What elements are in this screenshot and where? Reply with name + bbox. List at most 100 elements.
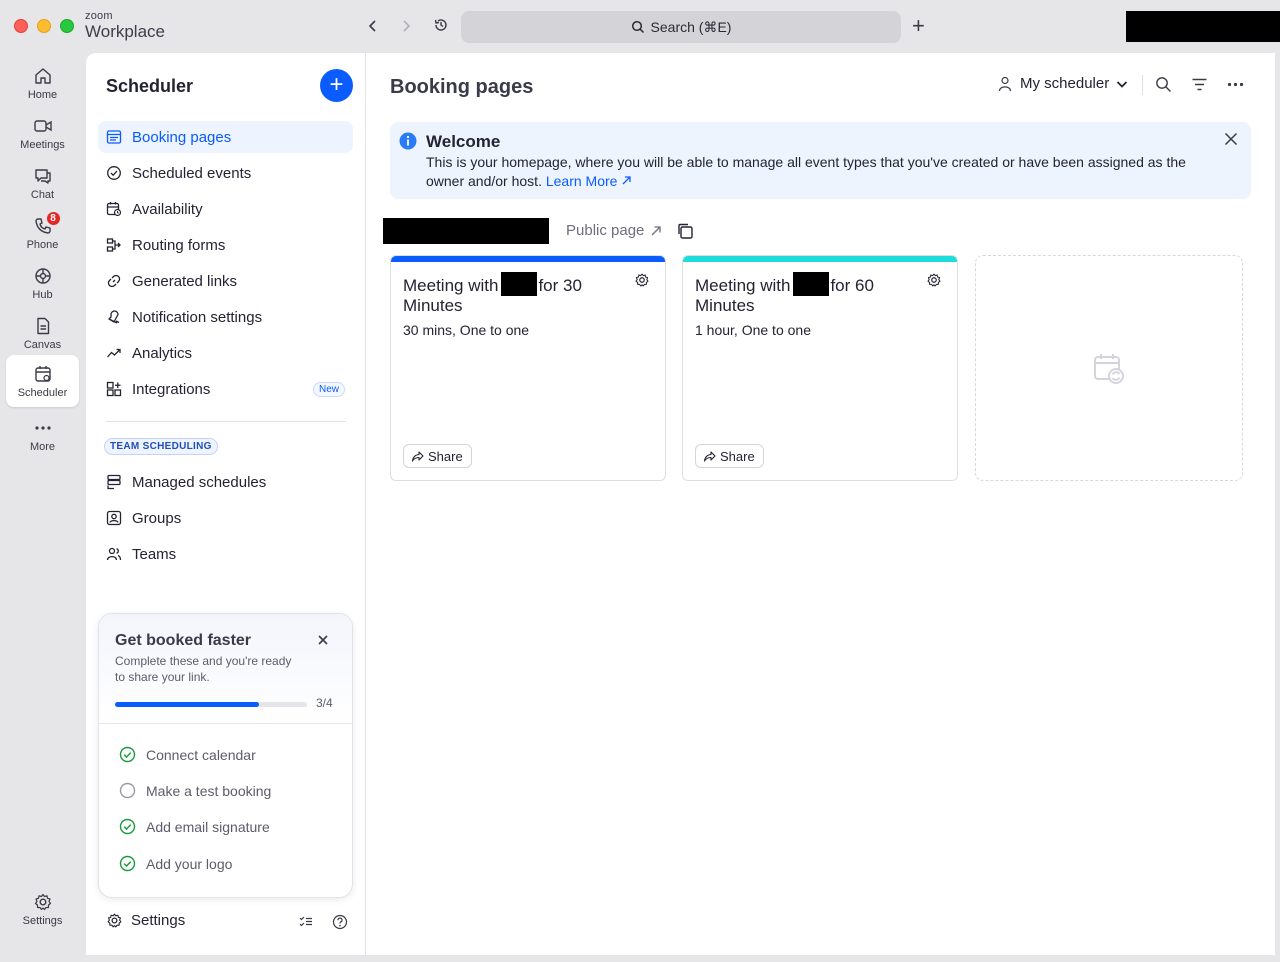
close-icon[interactable]: [317, 633, 329, 651]
public-page-label: Public page: [566, 222, 645, 239]
external-link-icon: [651, 225, 662, 235]
sidebar-item-integrations[interactable]: Integrations New: [98, 373, 353, 405]
sidebar-item-booking-pages[interactable]: Booking pages: [98, 121, 353, 153]
new-tab-button[interactable]: +: [912, 14, 925, 38]
learn-more-link[interactable]: Learn More: [546, 173, 632, 189]
task-connect-calendar[interactable]: Connect calendar: [119, 746, 256, 763]
scheduler-dropdown[interactable]: My scheduler: [998, 75, 1129, 92]
sidebar-item-notification-settings[interactable]: Notification settings: [98, 301, 353, 333]
home-icon: [34, 67, 51, 84]
sidebar-item-label: Managed schedules: [132, 473, 267, 491]
card-title-prefix: Meeting with: [403, 276, 499, 295]
sidebar-item-label: Integrations: [132, 380, 211, 398]
availability-icon: [106, 202, 122, 217]
scheduler-sidebar: Scheduler + Booking pages Scheduled even…: [86, 53, 366, 955]
sidebar-item-generated-links[interactable]: Generated links: [98, 265, 353, 297]
rail-item-chat[interactable]: Chat: [6, 157, 79, 209]
rail-label: Scheduler: [17, 386, 68, 399]
rail-item-meetings[interactable]: Meetings: [6, 107, 79, 159]
new-booking-page-card[interactable]: [975, 255, 1243, 481]
page-title: Booking pages: [390, 76, 534, 98]
checklist-icon[interactable]: [299, 915, 313, 934]
chat-icon: [34, 168, 51, 184]
rail-label: Settings: [22, 914, 63, 927]
sidebar-settings-label: Settings: [131, 912, 186, 929]
empty-circle-icon: [119, 782, 136, 799]
rail-label: Hub: [32, 288, 53, 301]
add-booking-button[interactable]: +: [320, 69, 353, 102]
rail-item-canvas[interactable]: Canvas: [6, 307, 79, 359]
search-input[interactable]: Search (⌘E): [461, 11, 901, 43]
calendar-icon: [34, 365, 51, 382]
minimize-window-button[interactable]: [37, 19, 51, 33]
main-content: Booking pages My scheduler Welcome This …: [366, 53, 1275, 955]
card-title: Meeting with for 60 Minutes: [695, 272, 915, 316]
gear-icon[interactable]: [926, 272, 942, 293]
more-options-icon[interactable]: [1227, 76, 1244, 93]
booking-card[interactable]: Meeting with for 30 Minutes 30 mins, One …: [390, 255, 666, 481]
help-icon[interactable]: [332, 914, 348, 935]
rail-item-settings[interactable]: Settings: [6, 883, 79, 935]
welcome-banner: Welcome This is your homepage, where you…: [390, 122, 1251, 199]
booking-pages-icon: [106, 130, 122, 144]
teams-icon: [106, 547, 122, 561]
share-icon: [411, 450, 424, 462]
rail-item-hub[interactable]: Hub: [6, 257, 79, 309]
sidebar-settings-link[interactable]: Settings: [106, 912, 185, 929]
video-icon: [33, 119, 52, 132]
sidebar-item-routing-forms[interactable]: Routing forms: [98, 229, 353, 261]
share-button[interactable]: Share: [403, 444, 472, 468]
close-icon[interactable]: [1224, 132, 1238, 151]
window-edge: [86, 955, 1280, 962]
search-placeholder: Search (⌘E): [650, 18, 732, 35]
rail-item-phone[interactable]: 8 Phone: [6, 207, 79, 259]
get-booked-title: Get booked faster: [115, 632, 252, 649]
forward-icon[interactable]: [396, 17, 416, 37]
sidebar-item-analytics[interactable]: Analytics: [98, 337, 353, 369]
card-title-prefix: Meeting with: [695, 276, 791, 295]
redacted-profile: [1126, 11, 1280, 42]
redacted-username: [383, 218, 549, 244]
info-icon: [399, 132, 417, 150]
sidebar-item-managed-schedules[interactable]: Managed schedules: [98, 466, 353, 498]
copy-icon[interactable]: [676, 222, 694, 245]
gear-icon: [107, 913, 122, 928]
public-page-link[interactable]: Public page: [566, 222, 662, 239]
sidebar-item-groups[interactable]: Groups: [98, 502, 353, 534]
get-booked-faster-card: Get booked faster Complete these and you…: [98, 613, 353, 898]
rail-item-more[interactable]: More: [6, 409, 79, 461]
rail-label: Canvas: [23, 338, 62, 351]
rail-item-home[interactable]: Home: [6, 57, 79, 109]
header-separator: [1142, 75, 1143, 95]
sidebar-item-teams[interactable]: Teams: [98, 538, 353, 570]
task-add-email-signature[interactable]: Add email signature: [119, 818, 270, 835]
share-button[interactable]: Share: [695, 444, 764, 468]
external-link-icon: [622, 176, 631, 185]
sidebar-item-label: Generated links: [132, 272, 238, 290]
sidebar-item-label: Analytics: [132, 344, 193, 362]
learn-more-label: Learn More: [545, 173, 618, 189]
close-window-button[interactable]: [14, 19, 28, 33]
filter-icon[interactable]: [1191, 76, 1208, 93]
history-icon[interactable]: [431, 17, 451, 37]
integrations-icon: [106, 381, 122, 397]
sidebar-item-label: Notification settings: [132, 308, 263, 326]
link-icon: [107, 274, 121, 288]
task-add-your-logo[interactable]: Add your logo: [119, 855, 232, 872]
sidebar-item-scheduled-events[interactable]: Scheduled events: [98, 157, 353, 189]
redacted-name: [793, 272, 830, 296]
brand-big: Workplace: [85, 22, 165, 41]
phone-badge: 8: [45, 210, 61, 226]
back-icon[interactable]: [363, 17, 383, 37]
sidebar-item-availability[interactable]: Availability: [98, 193, 353, 225]
task-make-test-booking[interactable]: Make a test booking: [119, 782, 271, 799]
rail-item-scheduler[interactable]: Scheduler: [6, 355, 79, 407]
gear-icon[interactable]: [634, 272, 650, 293]
zoom-window-button[interactable]: [60, 19, 74, 33]
canvas-icon: [36, 317, 49, 334]
search-icon[interactable]: [1155, 76, 1172, 93]
task-label: Add email signature: [146, 818, 270, 835]
get-booked-faster-header: Get booked faster Complete these and you…: [99, 614, 352, 724]
team-scheduling-label: TEAM SCHEDULING: [104, 438, 218, 455]
booking-card[interactable]: Meeting with for 60 Minutes 1 hour, One t…: [682, 255, 958, 481]
